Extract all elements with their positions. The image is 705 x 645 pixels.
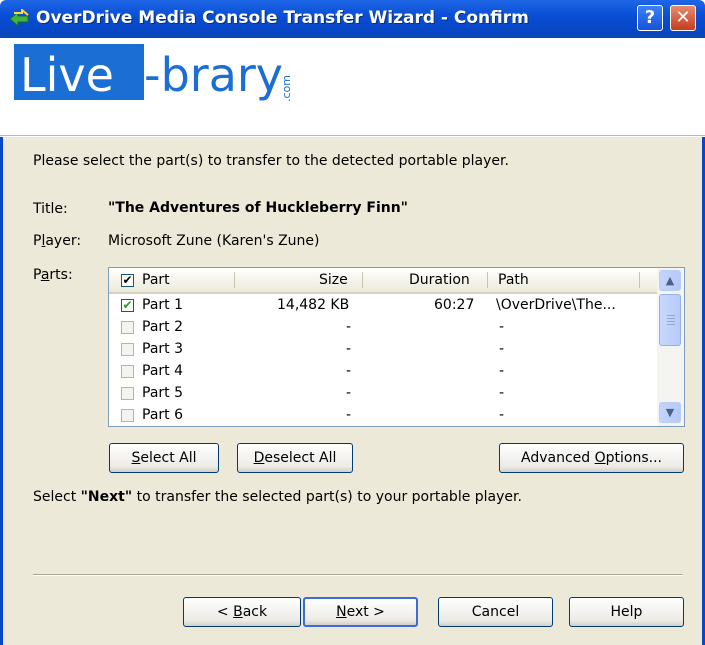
row-checkbox[interactable]: [121, 343, 134, 356]
window-title: OverDrive Media Console Transfer Wizard …: [36, 8, 529, 28]
list-header: ✔ Part Size Duration Path: [109, 268, 657, 294]
row-path: -: [499, 385, 505, 401]
parts-label: Parts:: [33, 267, 73, 283]
header-part[interactable]: Part: [142, 268, 170, 292]
grip-line: [667, 315, 675, 316]
table-row[interactable]: Part 4 - -: [109, 361, 657, 383]
row-part: Part 2: [142, 319, 183, 335]
svg-text:Live: Live: [20, 48, 114, 102]
help-button[interactable]: Help: [569, 597, 684, 627]
row-path: -: [499, 319, 505, 335]
scroll-thumb[interactable]: [659, 294, 681, 346]
row-size: -: [346, 407, 352, 423]
row-size: -: [346, 363, 352, 379]
dialog-body: Please select the part(s) to transfer to…: [0, 137, 705, 645]
row-part: Part 5: [142, 385, 183, 401]
row-part: Part 3: [142, 341, 183, 357]
book-title-value: "The Adventures of Huckleberry Finn": [108, 200, 408, 216]
row-part: Part 6: [142, 407, 183, 423]
row-checkbox[interactable]: [121, 387, 134, 400]
row-path: \OverDrive\The...: [496, 297, 616, 313]
row-path: -: [499, 341, 505, 357]
help-title-button[interactable]: ?: [637, 5, 663, 31]
header-divider[interactable]: [234, 272, 235, 288]
select-all-button[interactable]: Select All: [109, 443, 219, 473]
row-size: -: [346, 385, 352, 401]
header-divider[interactable]: [487, 272, 488, 288]
table-row[interactable]: Part 5 - -: [109, 383, 657, 405]
svg-text:-brary: -brary: [144, 48, 283, 102]
row-duration: 60:27: [434, 297, 475, 313]
row-checkbox[interactable]: [121, 409, 134, 422]
header-divider[interactable]: [639, 272, 640, 288]
header-path[interactable]: Path: [498, 268, 529, 292]
close-button[interactable]: ✕: [670, 5, 696, 31]
header-divider[interactable]: [362, 272, 363, 288]
header-duration[interactable]: Duration: [409, 268, 470, 292]
back-button[interactable]: < Back: [183, 597, 301, 627]
player-label: Player:: [33, 233, 82, 249]
table-row[interactable]: Part 6 - -: [109, 405, 657, 426]
vertical-scrollbar[interactable]: ▲ ▼: [657, 268, 684, 426]
next-instructions-text: Select "Next" to transfer the selected p…: [33, 489, 522, 505]
divider: [33, 574, 683, 576]
overdrive-app-icon: [9, 9, 29, 28]
grip-line: [667, 321, 675, 322]
table-row[interactable]: Part 2 - -: [109, 317, 657, 339]
player-value: Microsoft Zune (Karen's Zune): [108, 233, 320, 249]
row-size: -: [346, 319, 352, 335]
advanced-options-button[interactable]: Advanced Options...: [499, 443, 684, 473]
table-row[interactable]: Part 3 - -: [109, 339, 657, 361]
header-size[interactable]: Size: [319, 268, 348, 292]
row-part: Part 4: [142, 363, 183, 379]
title-label: Title:: [33, 201, 68, 217]
live-brary-logo: Live -brary .com: [14, 44, 293, 102]
instructions-text: Please select the part(s) to transfer to…: [33, 153, 509, 169]
row-checkbox[interactable]: [121, 321, 134, 334]
row-path: -: [499, 363, 505, 379]
scroll-up-icon[interactable]: ▲: [659, 270, 681, 291]
cancel-button[interactable]: Cancel: [438, 597, 553, 627]
row-part: Part 1: [142, 297, 183, 313]
deselect-all-button[interactable]: Deselect All: [237, 443, 353, 473]
parts-list[interactable]: ✔ Part Size Duration Path ✔ Part 1 14,48…: [108, 267, 685, 427]
list-rows: ✔ Part 1 14,482 KB 60:27 \OverDrive\The.…: [109, 295, 657, 426]
row-checkbox[interactable]: [121, 365, 134, 378]
next-button[interactable]: Next >: [303, 597, 418, 627]
select-all-checkbox[interactable]: ✔: [121, 274, 134, 287]
grip-line: [667, 318, 675, 319]
title-bar[interactable]: OverDrive Media Console Transfer Wizard …: [0, 0, 705, 38]
row-size: -: [346, 341, 352, 357]
grip-line: [667, 324, 675, 325]
row-path: -: [499, 407, 505, 423]
row-checkbox[interactable]: ✔: [121, 299, 134, 312]
banner: Live -brary .com: [0, 38, 705, 136]
scroll-down-icon[interactable]: ▼: [659, 402, 681, 423]
row-size: 14,482 KB: [277, 297, 350, 313]
svg-text:.com: .com: [280, 75, 293, 102]
table-row[interactable]: ✔ Part 1 14,482 KB 60:27 \OverDrive\The.…: [109, 295, 657, 317]
